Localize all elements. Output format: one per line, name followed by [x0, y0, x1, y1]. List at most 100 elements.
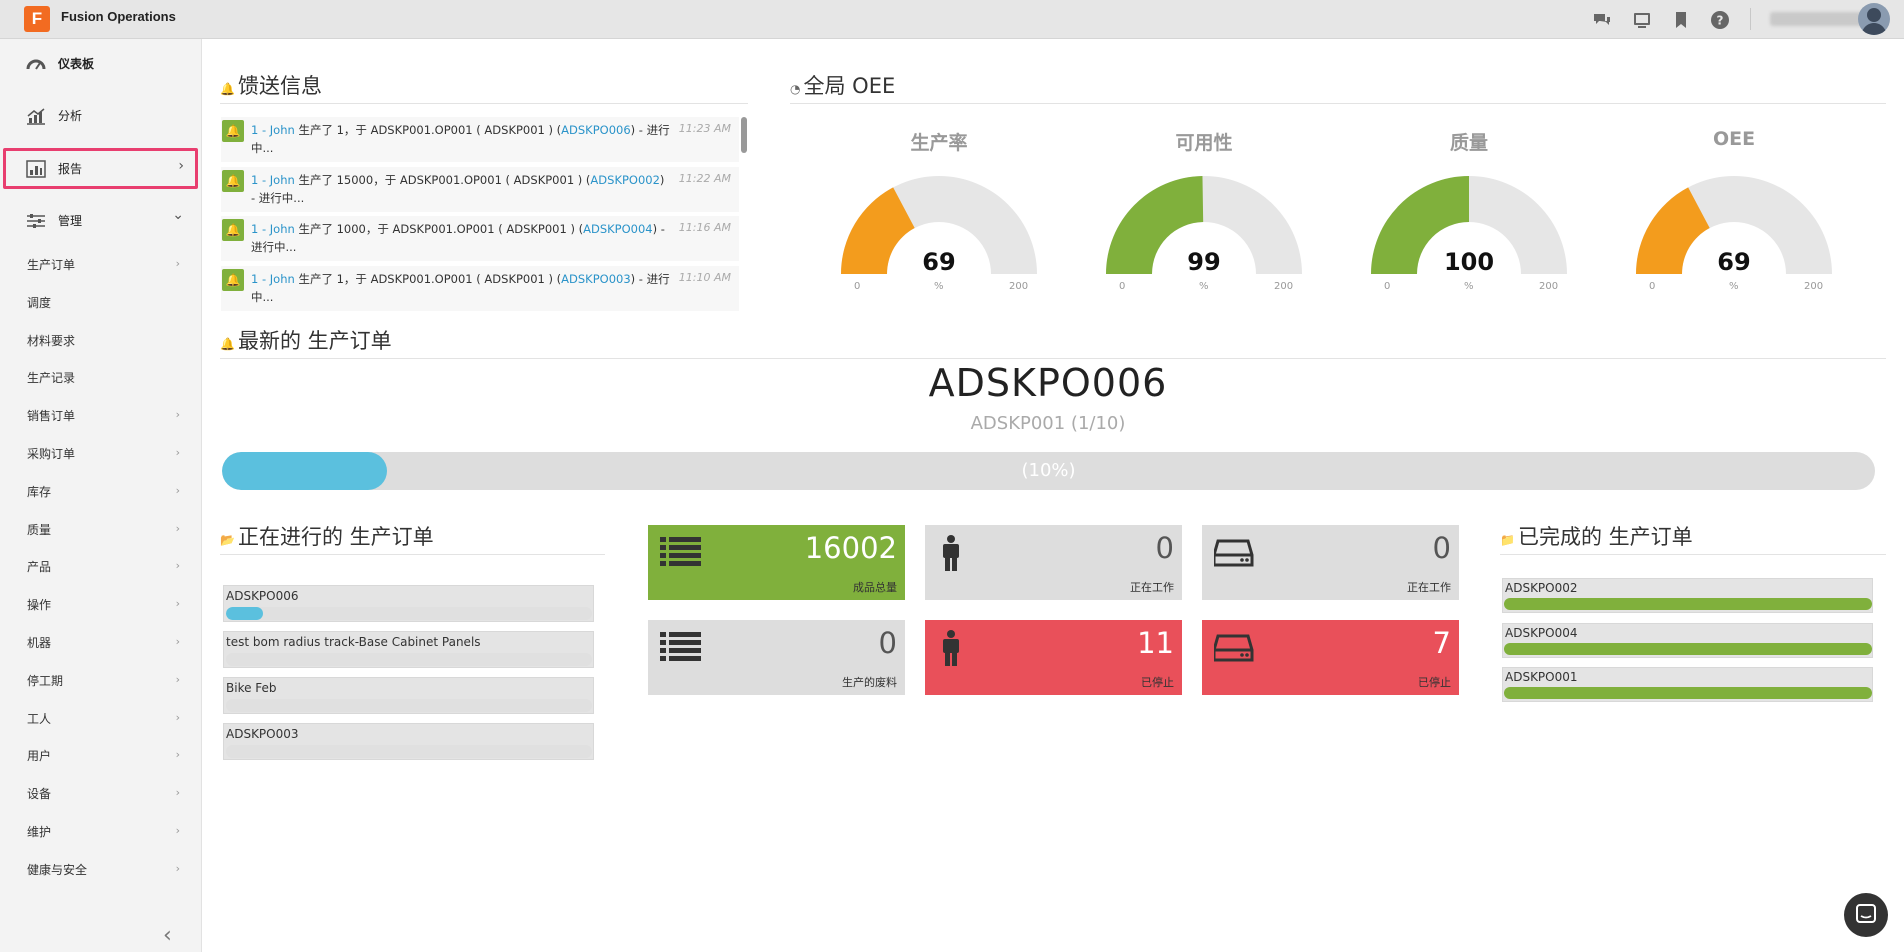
chevron-right-icon: › [175, 257, 180, 270]
sidebar-item[interactable]: 操作 › [0, 586, 202, 624]
tile-value: 0 [1432, 531, 1451, 565]
sidebar-item[interactable]: 设备 › [0, 775, 202, 813]
po-label: ADSKPO003 [226, 727, 299, 741]
sidebar-item[interactable]: 停工期 › [0, 662, 202, 700]
po-progress-bar [226, 699, 592, 712]
feed-po-link[interactable]: ADSKPO004 [583, 222, 653, 236]
chevron-right-icon: › [175, 521, 180, 535]
feed-user-link[interactable]: 1 - John [251, 123, 295, 137]
in-progress-heading-text: 正在进行的 生产订单 [237, 525, 434, 549]
avatar[interactable] [1858, 3, 1890, 35]
stat-tile[interactable]: 16002 成品总量 [648, 525, 905, 600]
chevron-right-icon: › [175, 446, 180, 459]
nav-report[interactable]: 报告 › [0, 144, 202, 192]
divider [790, 103, 1886, 104]
sidebar-item-label: 机器 [27, 636, 52, 650]
sidebar-item[interactable]: 库存 › [0, 473, 202, 511]
feed-po-link[interactable]: ADSKPO006 [561, 123, 631, 137]
help-icon[interactable]: ? [1709, 9, 1731, 31]
message-icon [1856, 904, 1876, 923]
app-logo[interactable]: F [24, 6, 50, 32]
chevron-right-icon: › [175, 597, 180, 611]
sidebar-item-label: 用户 [27, 749, 52, 764]
tile-value: 16002 [804, 531, 897, 565]
bell-icon: 🔔 [220, 82, 235, 96]
sidebar-item[interactable]: 调度 [0, 284, 202, 322]
sidebar-item[interactable]: 采购订单 › [0, 435, 202, 473]
sidebar-item[interactable]: 生产订单 › [0, 246, 202, 284]
worker-icon [943, 535, 959, 571]
feed-item: 🔔 1 - John 生产了 1，于 ADSKP001.OP001 ( ADSKP… [221, 265, 739, 311]
po-progress-bar [1504, 598, 1872, 610]
gauge-max: 200 [1804, 281, 1824, 292]
top-bar: F Fusion Operations ? [0, 0, 1904, 39]
feed-user-link[interactable]: 1 - John [251, 272, 295, 286]
dashboard-gauge-icon [26, 59, 46, 70]
latest-po-number[interactable]: ADSKPO006 [220, 361, 1876, 405]
po-label: test bom radius track-Base Cabinet Panel… [226, 635, 481, 649]
in-progress-item[interactable]: test bom radius track-Base Cabinet Panel… [223, 631, 594, 668]
latest-po-product: ADSKP001 (1/10) [970, 413, 1126, 434]
sidebar-item[interactable]: 材料要求 [0, 322, 202, 360]
in-progress-item[interactable]: ADSKPO006 [223, 585, 594, 622]
feed-po-link[interactable]: ADSKPO002 [590, 173, 660, 187]
po-label: ADSKPO001 [1505, 670, 1578, 684]
feed-time: 11:23 AM [678, 122, 731, 135]
completed-item[interactable]: ADSKPO002 [1502, 578, 1873, 613]
collapse-sidebar-icon[interactable]: ‹ [163, 923, 172, 948]
sidebar-item[interactable]: 机器 › [0, 624, 202, 662]
sidebar-item-label: 生产订单 [27, 258, 76, 272]
gauge-unit: % [934, 281, 944, 292]
feed-scrollbar[interactable] [741, 117, 747, 153]
user-name-blurred[interactable] [1770, 12, 1865, 26]
feed-time: 11:22 AM [678, 171, 731, 185]
completed-item[interactable]: ADSKPO004 [1502, 622, 1873, 658]
folder-icon: 📁 [1500, 533, 1515, 547]
stat-tile[interactable]: 0 正在工作 [925, 525, 1182, 600]
completed-item[interactable]: ADSKPO001 [1502, 667, 1873, 702]
bell-badge-icon: 🔔 [222, 120, 244, 142]
stat-tile[interactable]: 0 生产的废料 [648, 620, 905, 695]
gauge-value: 69 [922, 248, 956, 276]
stat-tile[interactable]: 0 正在工作 [1202, 525, 1459, 600]
bookmark-icon[interactable] [1670, 9, 1692, 31]
chevron-right-icon: › [175, 861, 180, 875]
gauge-title: 质量 [1449, 132, 1488, 154]
chevron-right-icon: › [175, 672, 180, 686]
nav-manage[interactable]: 管理 ⌄ [0, 196, 202, 244]
sidebar-item[interactable]: 质量 › [0, 511, 202, 549]
sidebar-item-label: 健康与安全 [27, 862, 88, 877]
feed-po-link[interactable]: ADSKPO003 [561, 272, 631, 286]
sidebar-item[interactable]: 维护 › [0, 813, 202, 851]
sidebar-item[interactable]: 健康与安全 › [0, 851, 202, 889]
monitor-icon[interactable] [1631, 9, 1653, 31]
oee-gauge: OEE 69 0% 200 [1614, 124, 1854, 304]
chat-support-button[interactable] [1844, 893, 1888, 937]
chevron-right-icon: › [175, 635, 180, 648]
latest-po-heading-text: 最新的 生产订单 [237, 329, 392, 353]
po-progress-bar [1504, 687, 1872, 699]
chevron-right-icon: › [175, 408, 180, 422]
tile-value: 7 [1432, 626, 1451, 660]
in-progress-item[interactable]: ADSKPO003 [223, 723, 594, 760]
bell-icon: 🔔 [220, 337, 235, 351]
worker-icon [943, 630, 959, 666]
sidebar-item[interactable]: 销售订单 › [0, 397, 202, 435]
nav-analysis[interactable]: 分析 [0, 91, 202, 139]
oee-heading-text: 全局 OEE [803, 74, 896, 98]
sidebar-item[interactable]: 用户 › [0, 737, 202, 775]
feed-user-link[interactable]: 1 - John [251, 222, 295, 236]
sidebar-item[interactable]: 生产记录 [0, 359, 202, 397]
chat-icon[interactable] [1591, 9, 1613, 31]
sidebar-item-label: 生产记录 [27, 371, 76, 386]
nav-dashboard[interactable]: 仪表板 [0, 39, 202, 87]
feed-user-link[interactable]: 1 - John [251, 173, 295, 187]
sidebar-item[interactable]: 产品 › [0, 548, 202, 586]
tile-value: 11 [1137, 626, 1174, 660]
stat-tile[interactable]: 7 已停止 [1202, 620, 1459, 695]
tile-value: 0 [878, 626, 897, 660]
sidebar-item[interactable]: 工人 › [0, 700, 202, 738]
feed-message: 生产了 1，于 ADSKP001.OP001 ( ADSKP001 ) ( [294, 123, 562, 137]
in-progress-item[interactable]: Bike Feb [223, 677, 594, 714]
stat-tile[interactable]: 11 已停止 [925, 620, 1182, 695]
